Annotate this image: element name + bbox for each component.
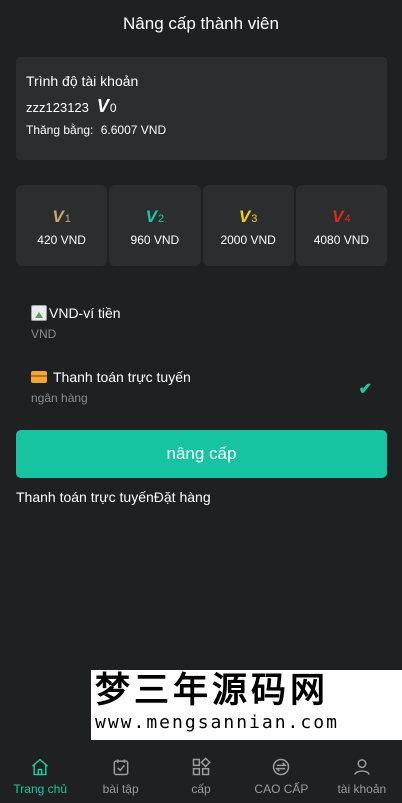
vip-level: 0 (109, 101, 117, 115)
tab-tasks-label: bài tập (102, 782, 139, 796)
vip-1-price: 420 VND (37, 232, 86, 247)
tab-premium[interactable]: CAO CẤP (241, 750, 321, 803)
vip-4-letter: V (332, 206, 344, 226)
wallet-subtitle: VND (31, 327, 57, 341)
online-title-row: Thanh toán trực tuyến (31, 369, 376, 385)
wallet-title: VND-ví tiền (49, 305, 121, 321)
bottom-tabbar: Trang chủ bài tập cấp CAO CẤP tài khoản (0, 750, 402, 803)
vip-level-2-option[interactable]: V 2 960 VND (109, 185, 201, 266)
upgrade-button[interactable]: nâng cấp (16, 430, 387, 478)
tab-levels-label: cấp (191, 782, 211, 796)
balance-value: 6.6007 VND (100, 123, 167, 137)
balance-row: Thăng bằng: 6.6007 VND (26, 123, 377, 137)
vip-3-letter: V (238, 206, 251, 226)
online-title: Thanh toán trực tuyến (53, 369, 191, 385)
vip-1-letter: V (52, 206, 64, 226)
vip-level-3-option[interactable]: V 3 2000 VND (202, 185, 294, 266)
vip-badge-icon: V 0 (97, 97, 117, 115)
vip-letter: V (96, 96, 109, 116)
vip-4-num: 4 (344, 212, 351, 225)
tab-account-label: tài khoản (337, 782, 387, 796)
bank-card-icon (31, 371, 47, 383)
balance-label: Thăng bằng: (26, 123, 94, 137)
vip-4-icon: V 4 (332, 205, 350, 225)
tab-levels[interactable]: cấp (161, 750, 241, 803)
tab-tasks[interactable]: bài tập (80, 750, 160, 803)
home-icon (32, 758, 49, 776)
vip-1-num: 1 (64, 212, 71, 225)
tab-account[interactable]: tài khoản (322, 750, 402, 803)
check-icon: ✔ (358, 381, 372, 398)
online-subtitle: ngân hàng (31, 391, 88, 405)
exchange-icon (273, 758, 290, 776)
page-header: Nâng cấp thành viên (0, 0, 402, 48)
payment-wallet-option[interactable]: VND-ví tiền VND (31, 305, 376, 341)
vip-3-price: 2000 VND (220, 232, 276, 247)
account-user-row: zzz123123 V 0 (26, 97, 377, 115)
user-icon (354, 759, 370, 775)
vip-level-4-option[interactable]: V 4 4080 VND (295, 185, 387, 266)
tab-home-label: Trang chủ (13, 782, 67, 796)
tab-premium-label: CAO CẤP (254, 782, 309, 796)
watermark: 梦三年源码网 www.mengsannian.com (91, 670, 402, 740)
watermark-url: www.mengsannian.com (95, 712, 339, 733)
page-title: Nâng cấp thành viên (123, 14, 279, 33)
vip-levels: V 1 420 VND V 2 960 VND V 3 2000 VND V 4… (16, 185, 387, 266)
vip-1-icon: V 1 (52, 205, 70, 225)
account-card: Trình độ tài khoản zzz123123 V 0 Thăng b… (16, 57, 387, 160)
grid-icon (192, 757, 211, 776)
username: zzz123123 (26, 100, 89, 115)
order-link[interactable]: Thanh toán trực tuyếnĐặt hàng (16, 489, 211, 505)
tab-home[interactable]: Trang chủ (0, 750, 80, 803)
vip-level-1-option[interactable]: V 1 420 VND (16, 185, 108, 266)
vip-3-num: 3 (251, 212, 258, 225)
broken-image-icon (31, 305, 47, 321)
watermark-title: 梦三年源码网 (95, 671, 330, 711)
vip-2-num: 2 (157, 212, 165, 225)
vip-3-icon: V 3 (239, 205, 257, 225)
vip-2-letter: V (145, 206, 157, 226)
wallet-title-row: VND-ví tiền (31, 305, 376, 321)
task-icon (113, 759, 129, 776)
payment-online-option[interactable]: Thanh toán trực tuyến ngân hàng ✔ (31, 369, 376, 405)
vip-2-icon: V 2 (146, 205, 164, 225)
account-title: Trình độ tài khoản (26, 73, 139, 89)
vip-2-price: 960 VND (130, 232, 180, 247)
vip-4-price: 4080 VND (313, 232, 370, 247)
